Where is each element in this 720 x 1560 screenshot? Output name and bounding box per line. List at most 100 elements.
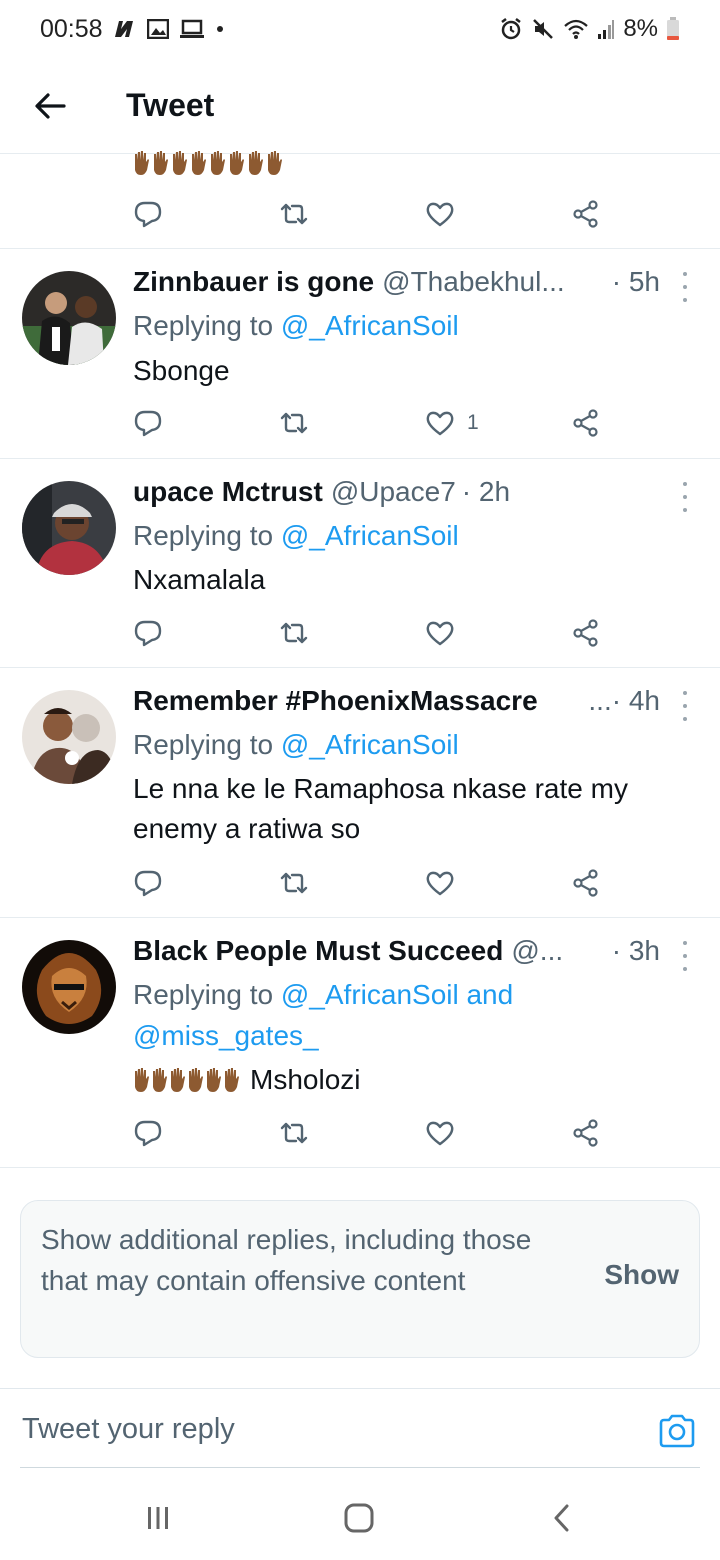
replying-prefix: Replying to: [133, 310, 274, 341]
reply-button[interactable]: [133, 1113, 163, 1153]
tweet-text: Nxamalala: [133, 564, 266, 595]
tweet-actions: [133, 613, 603, 653]
tweet-actions: [133, 1113, 603, 1153]
netflix-icon: [113, 17, 137, 41]
mention-link[interactable]: @_AfricanSoil: [281, 520, 459, 551]
tweet-header: upace Mctrust @Upace7 · 2h: [133, 473, 660, 511]
user-handle[interactable]: @...: [511, 935, 563, 967]
mute-icon: [531, 17, 555, 41]
replying-to: Replying to @_AfricanSoil: [133, 515, 700, 556]
reply-tweet[interactable]: Remember #PhoenixMassacre ...· 4h Replyi…: [0, 668, 720, 918]
replying-prefix: Replying to: [133, 520, 274, 551]
back-nav-icon[interactable]: [542, 1498, 582, 1538]
avatar[interactable]: [22, 481, 116, 575]
mention-link[interactable]: @_AfricanSoil: [281, 310, 459, 341]
signal-icon: [597, 17, 615, 41]
retweet-button[interactable]: [279, 863, 309, 903]
more-options-icon[interactable]: [680, 272, 690, 302]
tweet-text: Msholozi: [250, 1064, 361, 1095]
heart-icon: [426, 871, 454, 896]
heart-icon: [426, 411, 454, 436]
retweet-icon: [280, 203, 308, 225]
retweet-button[interactable]: [279, 194, 309, 234]
reply-button[interactable]: [133, 194, 163, 234]
alarm-icon: [499, 17, 523, 41]
reply-input[interactable]: Tweet your reply: [22, 1413, 235, 1446]
reply-tweet[interactable]: Zinnbauer is gone @Thabekhul... · 5h Rep…: [0, 249, 720, 459]
reply-icon: [134, 620, 162, 647]
like-button[interactable]: [425, 613, 455, 653]
tweet-actions: [133, 863, 603, 903]
back-button[interactable]: [20, 76, 80, 136]
dot-icon: [215, 17, 225, 41]
display-name[interactable]: Black People Must Succeed: [133, 935, 503, 967]
mention-link[interactable]: @_AfricanSoil: [281, 729, 459, 760]
tweet-header: Zinnbauer is gone @Thabekhul... · 5h: [133, 263, 660, 301]
partial-tweet: [0, 151, 720, 249]
laptop-icon: [179, 17, 205, 41]
tweet-header: Black People Must Succeed @... · 3h: [133, 932, 660, 970]
reply-tweet[interactable]: upace Mctrust @Upace7 · 2h Replying to @…: [0, 459, 720, 668]
show-button[interactable]: Show: [604, 1259, 679, 1291]
battery-percent: 8%: [623, 15, 658, 42]
more-options-icon[interactable]: [680, 482, 690, 512]
share-button[interactable]: [571, 863, 601, 903]
reply-button[interactable]: [133, 403, 163, 443]
page-title: Tweet: [126, 87, 215, 123]
camera-icon[interactable]: [658, 1413, 696, 1451]
reply-icon: [134, 870, 162, 897]
raised-hands-emoji-row: [133, 150, 283, 176]
retweet-button[interactable]: [279, 613, 309, 653]
avatar[interactable]: [22, 940, 116, 1034]
replying-prefix: Replying to: [133, 729, 274, 760]
like-button[interactable]: [425, 1113, 455, 1153]
reply-icon: [134, 201, 162, 228]
replying-to: Replying to @_AfricanSoil and @miss_gate…: [133, 974, 573, 1056]
heart-icon: [426, 202, 454, 227]
display-name[interactable]: Zinnbauer is gone: [133, 266, 374, 298]
reply-composer: Tweet your reply: [0, 1388, 720, 1468]
reply-button[interactable]: [133, 613, 163, 653]
retweet-button[interactable]: [279, 403, 309, 443]
display-name[interactable]: upace Mctrust: [133, 476, 323, 508]
reply-tweet[interactable]: Black People Must Succeed @... · 3h Repl…: [0, 918, 720, 1168]
wifi-icon: [563, 17, 589, 41]
retweet-icon: [280, 872, 308, 894]
user-handle[interactable]: @Upace7: [331, 476, 456, 508]
avatar[interactable]: [22, 271, 116, 365]
share-button[interactable]: [571, 613, 601, 653]
tweet-time: · 3h: [611, 935, 660, 966]
battery-icon: [666, 17, 680, 41]
share-icon: [573, 619, 598, 647]
more-options-icon[interactable]: [680, 941, 690, 971]
heart-icon: [426, 621, 454, 646]
share-button[interactable]: [571, 1113, 601, 1153]
tweet-actions: [133, 194, 603, 234]
tweet-text-row: Msholozi: [133, 1060, 696, 1100]
tweet-text: Sbonge: [133, 355, 230, 386]
like-button[interactable]: [425, 194, 455, 234]
avatar[interactable]: [22, 690, 116, 784]
home-icon[interactable]: [339, 1498, 379, 1538]
user-handle[interactable]: @Thabekhul...: [382, 266, 565, 298]
share-icon: [573, 869, 598, 897]
retweet-button[interactable]: [279, 1113, 309, 1153]
additional-replies-notice: Show additional replies, including those…: [41, 1224, 532, 1296]
like-button[interactable]: [425, 863, 455, 903]
recent-apps-icon[interactable]: [138, 1498, 178, 1538]
tweet-header: Remember #PhoenixMassacre ...· 4h: [133, 682, 660, 720]
replying-prefix: Replying to: [133, 979, 274, 1010]
reply-button[interactable]: [133, 863, 163, 903]
show-additional-replies-card[interactable]: Show additional replies, including those…: [20, 1200, 700, 1358]
tweet-actions: 1: [133, 403, 603, 443]
like-button[interactable]: 1: [425, 403, 479, 443]
share-icon: [573, 409, 598, 437]
share-icon: [573, 1119, 598, 1147]
tweet-time: · 5h: [611, 266, 660, 297]
share-icon: [573, 200, 598, 228]
retweet-icon: [280, 1122, 308, 1144]
share-button[interactable]: [571, 194, 601, 234]
more-options-icon[interactable]: [680, 691, 690, 721]
display-name[interactable]: Remember #PhoenixMassacre: [133, 685, 538, 717]
share-button[interactable]: [571, 403, 601, 443]
